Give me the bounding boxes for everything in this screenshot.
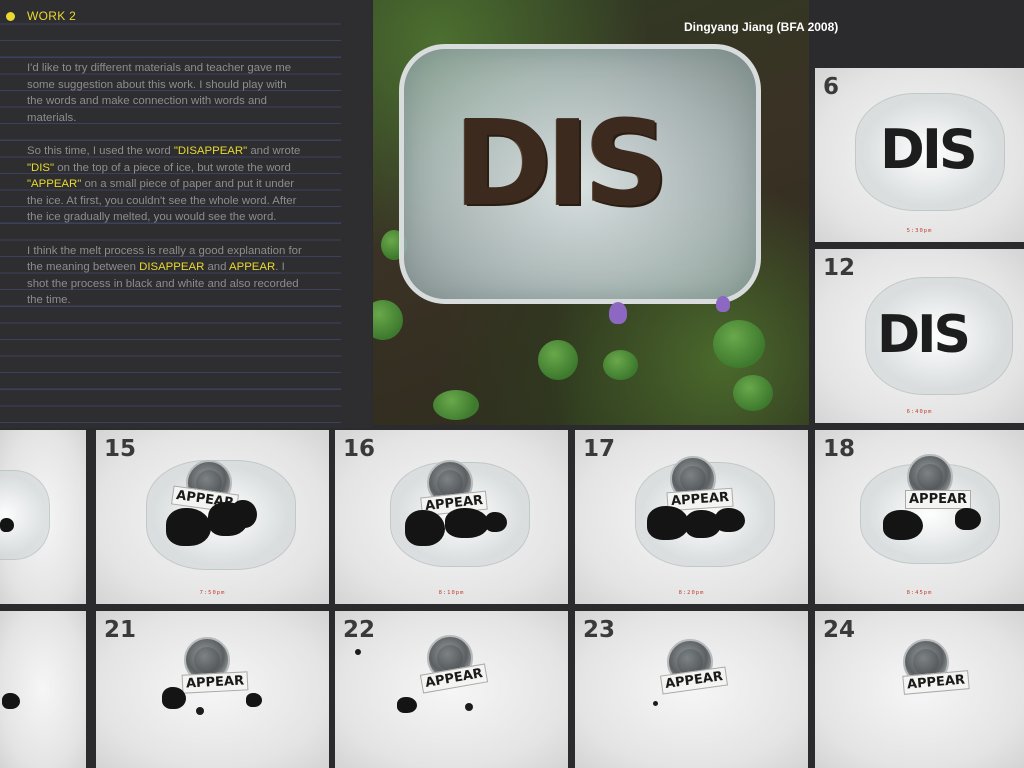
ice-block — [0, 470, 50, 560]
frame-word: DIS — [877, 305, 971, 365]
highlight-disappear: "DISAPPEAR" — [173, 144, 248, 157]
paragraph-3: I think the melt process is really a goo… — [27, 243, 303, 309]
frame-number: 16 — [343, 436, 376, 462]
author-label: Dingyang Jiang (BFA 2008) — [684, 20, 839, 34]
text-span: and — [204, 261, 230, 274]
paragraph-1: I'd like to try different materials and … — [27, 62, 292, 124]
dirt-splat — [2, 693, 20, 709]
time-label: 5:30pm — [906, 228, 933, 234]
time-label: 6:40pm — [906, 409, 933, 415]
highlight-appear: "APPEAR" — [27, 178, 82, 191]
appear-paper: APPEAR — [181, 671, 249, 694]
frame-number: 18 — [823, 436, 856, 462]
photo-frame: DIS 12 6:40pm — [815, 249, 1024, 423]
violet-flower — [716, 296, 730, 312]
photo-frame: APPEAR 24 — [815, 611, 1024, 768]
photo-frame: APPEAR 22 — [335, 611, 568, 768]
frame-number: 22 — [343, 617, 376, 643]
ice-tray: DIS — [399, 44, 761, 304]
dirt-splat — [485, 512, 507, 532]
dirt-splat — [405, 510, 445, 546]
highlight-dis: "DIS" — [27, 161, 55, 174]
text-span: So this time, I used the word — [27, 144, 174, 157]
dirt-splat — [162, 687, 186, 709]
dirt-splat — [397, 697, 417, 713]
time-label: 8:45pm — [906, 590, 933, 596]
dirt-splat — [231, 500, 257, 528]
text-span: and wrote — [247, 144, 301, 157]
dirt-splat — [445, 508, 489, 538]
photo-frame: APPEAR 18 8:45pm — [815, 430, 1024, 604]
photo-frame: APPEAR 17 8:20pm — [575, 430, 808, 604]
photo-frame: APPEAR 23 — [575, 611, 808, 768]
bullet-dot-icon — [6, 11, 15, 21]
leaf — [733, 375, 773, 411]
description-text: I'd like to try different materials and … — [27, 60, 303, 326]
time-label: 8:10pm — [438, 590, 465, 596]
leaf — [433, 390, 479, 420]
dirt-splat — [246, 693, 262, 707]
time-label: 8:20pm — [678, 590, 705, 596]
dirt-word: DIS — [454, 94, 669, 232]
frame-number: 21 — [104, 617, 137, 643]
violet-flower — [609, 302, 627, 324]
photo-frame: APPEAR 16 8:10pm — [335, 430, 568, 604]
frame-number: 23 — [583, 617, 616, 643]
dirt-splat — [647, 506, 689, 540]
leaf — [603, 350, 638, 380]
highlight-appear: APPEAR — [229, 261, 276, 274]
frame-number: 6 — [823, 74, 840, 100]
frame-word: DIS — [880, 118, 978, 181]
photo-frame: APPEAR 15 7:50pm — [96, 430, 329, 604]
highlight-disappear: DISAPPEAR — [139, 261, 205, 274]
hero-photo: DIS — [373, 0, 809, 425]
leaf — [373, 300, 403, 340]
dirt-speck — [465, 703, 473, 711]
photo-frame: DIS 6 5:30pm — [815, 68, 1024, 242]
photo-frame-cropped — [0, 611, 86, 768]
appear-paper: APPEAR — [905, 490, 972, 509]
photo-frame: APPEAR 21 — [96, 611, 329, 768]
dirt-speck — [355, 649, 361, 655]
paragraph-2: So this time, I used the word "DISAPPEAR… — [27, 143, 303, 226]
time-label: 7:50pm — [199, 590, 226, 596]
dirt-splat — [166, 508, 211, 546]
frame-number: 24 — [823, 617, 856, 643]
dirt-splat — [0, 518, 14, 532]
dirt-speck — [653, 701, 658, 706]
leaf — [538, 340, 578, 380]
leaf — [713, 320, 765, 368]
dirt-speck — [196, 707, 204, 715]
frame-number: 17 — [583, 436, 616, 462]
description-panel: WORK 2 I'd like to try different materia… — [0, 0, 372, 428]
text-span: on the top of a piece of ice, but wrote … — [54, 161, 291, 174]
photo-frame-cropped — [0, 430, 86, 604]
dirt-splat — [883, 510, 923, 540]
frame-number: 15 — [104, 436, 137, 462]
dirt-splat — [955, 508, 981, 530]
dirt-splat — [715, 508, 745, 532]
frame-number: 12 — [823, 255, 856, 281]
title-row: WORK 2 — [6, 9, 76, 23]
work-title: WORK 2 — [27, 9, 77, 23]
